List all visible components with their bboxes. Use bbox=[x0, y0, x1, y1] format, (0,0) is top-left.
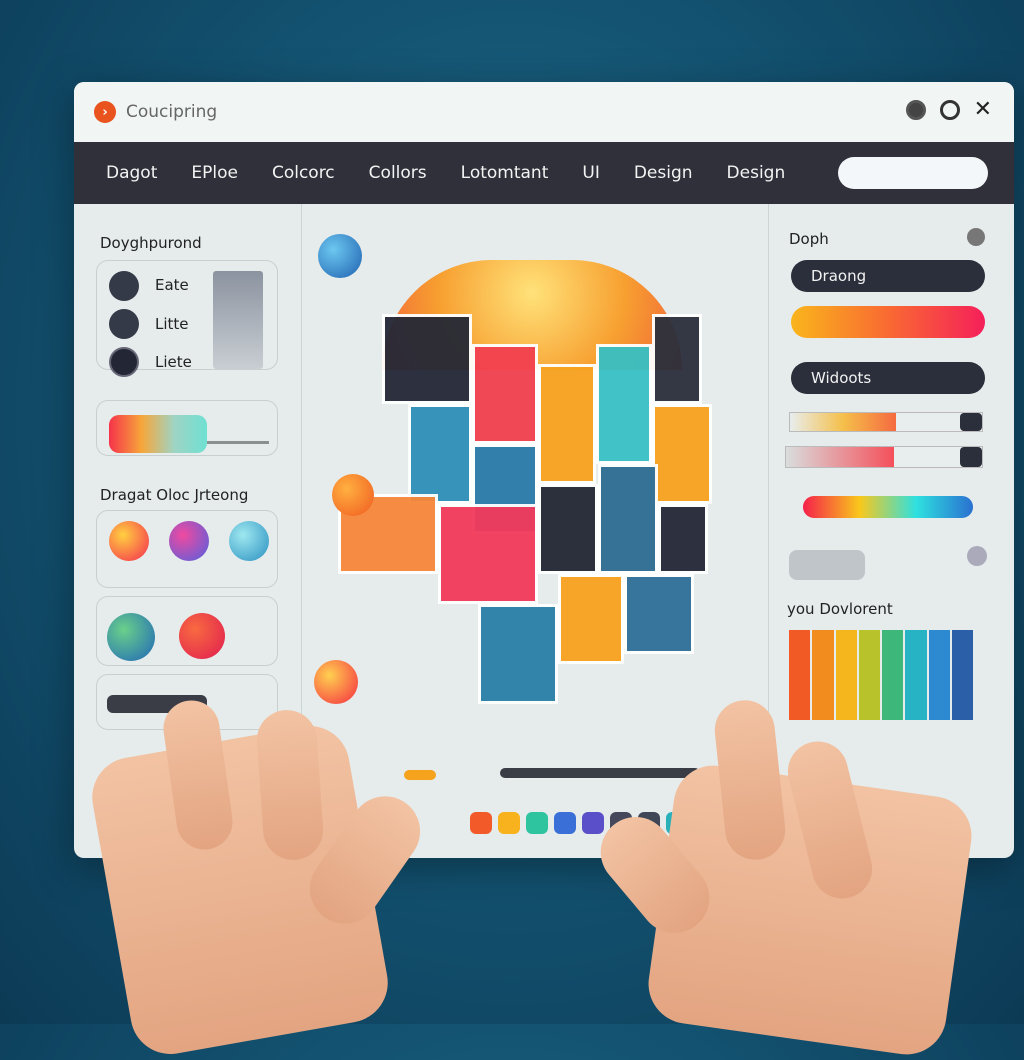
nav-item[interactable]: Colcorc bbox=[272, 163, 335, 183]
color-ball[interactable] bbox=[229, 521, 269, 561]
globe-icon bbox=[107, 613, 155, 661]
decor-ball bbox=[332, 474, 374, 516]
slider[interactable] bbox=[789, 412, 983, 432]
option-label: Eate bbox=[155, 276, 189, 294]
gradient-bar bbox=[791, 306, 985, 338]
nav-item[interactable]: EPloe bbox=[191, 163, 238, 183]
search-input[interactable]: › bbox=[838, 157, 988, 189]
progress-bar[interactable] bbox=[500, 768, 700, 778]
color-ball[interactable] bbox=[179, 613, 225, 659]
spectrum-swatch[interactable] bbox=[858, 630, 880, 720]
color-swatch[interactable] bbox=[554, 812, 576, 834]
left-hand-finger bbox=[254, 708, 326, 862]
color-ball[interactable] bbox=[169, 521, 209, 561]
color-balls-card bbox=[96, 510, 278, 588]
color-spectrum bbox=[789, 630, 973, 720]
theme-preview bbox=[213, 271, 263, 369]
widgets-button[interactable]: Widoots bbox=[791, 362, 985, 394]
title-bar: › Coucipring ✕ bbox=[74, 82, 1014, 142]
option-label: Liete bbox=[155, 353, 192, 371]
color-ball[interactable] bbox=[109, 521, 149, 561]
gradient-card bbox=[96, 400, 278, 456]
spectrum-swatch[interactable] bbox=[905, 630, 927, 720]
toggle-dot[interactable] bbox=[967, 546, 987, 566]
close-icon[interactable]: ✕ bbox=[974, 99, 992, 121]
decor-ball bbox=[314, 660, 358, 704]
color-swatch[interactable] bbox=[526, 812, 548, 834]
nav-item[interactable]: UI bbox=[582, 163, 599, 183]
chevron-right-icon: › bbox=[94, 101, 116, 123]
divider bbox=[207, 441, 269, 444]
app-title: Coucipring bbox=[126, 102, 218, 122]
toggle-switch[interactable] bbox=[789, 550, 865, 580]
color-swatch[interactable] bbox=[582, 812, 604, 834]
slider[interactable] bbox=[785, 446, 983, 468]
maximize-button[interactable] bbox=[939, 100, 960, 120]
nav-item[interactable]: Collors bbox=[369, 163, 427, 183]
color-swatch[interactable] bbox=[498, 812, 520, 834]
spectrum-swatch[interactable] bbox=[812, 630, 834, 720]
section-title: you Dovlorent bbox=[787, 600, 893, 618]
toggle-dot[interactable] bbox=[967, 228, 985, 246]
gradient-preview bbox=[109, 415, 207, 453]
decor-ball bbox=[318, 234, 362, 278]
spectrum-swatch[interactable] bbox=[951, 630, 973, 720]
nav-bar: Dagot EPloe Colcorc Collors Lotomtant UI… bbox=[74, 142, 1014, 204]
theme-options-card: Eate Litte Liete bbox=[96, 260, 278, 377]
planet-card bbox=[96, 596, 278, 666]
arrow-icon: › bbox=[933, 166, 940, 186]
nav-item[interactable]: Design bbox=[727, 163, 786, 183]
toggle[interactable] bbox=[404, 770, 436, 780]
panel-title: Doph bbox=[789, 230, 829, 248]
slider-handle[interactable] bbox=[960, 413, 982, 431]
option-label: Litte bbox=[155, 315, 189, 333]
spectrum-swatch[interactable] bbox=[835, 630, 857, 720]
slider-handle[interactable] bbox=[960, 447, 982, 467]
nav-item[interactable]: Lotomtant bbox=[461, 163, 549, 183]
nav-item[interactable]: Dagot bbox=[106, 163, 157, 183]
spectrum-swatch[interactable] bbox=[928, 630, 950, 720]
nav-item[interactable]: Design bbox=[634, 163, 693, 183]
section-title: Doyghpurond bbox=[100, 234, 202, 252]
theme-radio[interactable] bbox=[109, 271, 139, 301]
theme-radio-selected[interactable] bbox=[109, 347, 139, 377]
color-swatch[interactable] bbox=[470, 812, 492, 834]
draong-button[interactable]: Draong bbox=[791, 260, 985, 292]
spectrum-swatch[interactable] bbox=[789, 630, 811, 720]
spectrum-bar[interactable] bbox=[803, 496, 973, 518]
spectrum-swatch[interactable] bbox=[882, 630, 904, 720]
section-title: Dragat Oloc Jrteong bbox=[100, 486, 249, 504]
minimize-button[interactable] bbox=[905, 100, 926, 120]
theme-radio[interactable] bbox=[109, 309, 139, 339]
illustration-cube bbox=[302, 204, 768, 724]
